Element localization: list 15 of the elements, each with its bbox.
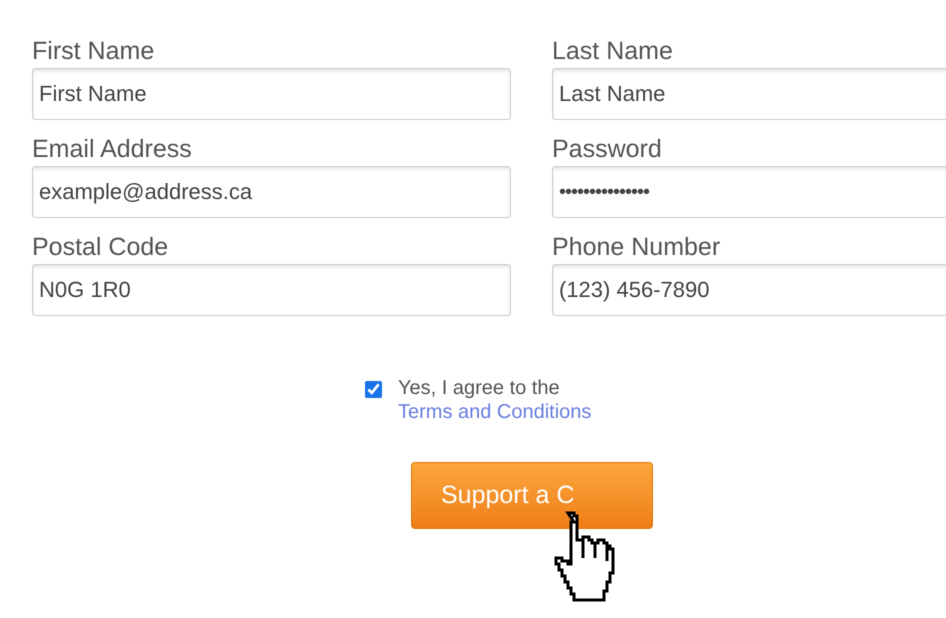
consent-text: Yes, I agree to the Terms and Conditions — [398, 376, 592, 424]
terms-link[interactable]: Terms and Conditions — [398, 401, 592, 423]
input-field[interactable]: Last Name — [552, 68, 946, 120]
consent-checkbox[interactable] — [365, 381, 382, 398]
password-field[interactable]: ••••••••••••••• — [552, 166, 946, 218]
field-label: Phone Number — [552, 232, 722, 263]
field-label: Last Name — [552, 36, 674, 67]
input-field[interactable]: N0G 1R0 — [32, 264, 511, 316]
field-label: Password — [552, 134, 663, 165]
input-field[interactable]: example@address.ca — [32, 166, 511, 218]
field-label: Email Address — [32, 134, 193, 165]
input-field[interactable]: (123) 456-7890 — [552, 264, 946, 316]
field-label: First Name — [32, 36, 156, 67]
input-field[interactable]: First Name — [32, 68, 511, 120]
field-label: Postal Code — [32, 232, 170, 263]
